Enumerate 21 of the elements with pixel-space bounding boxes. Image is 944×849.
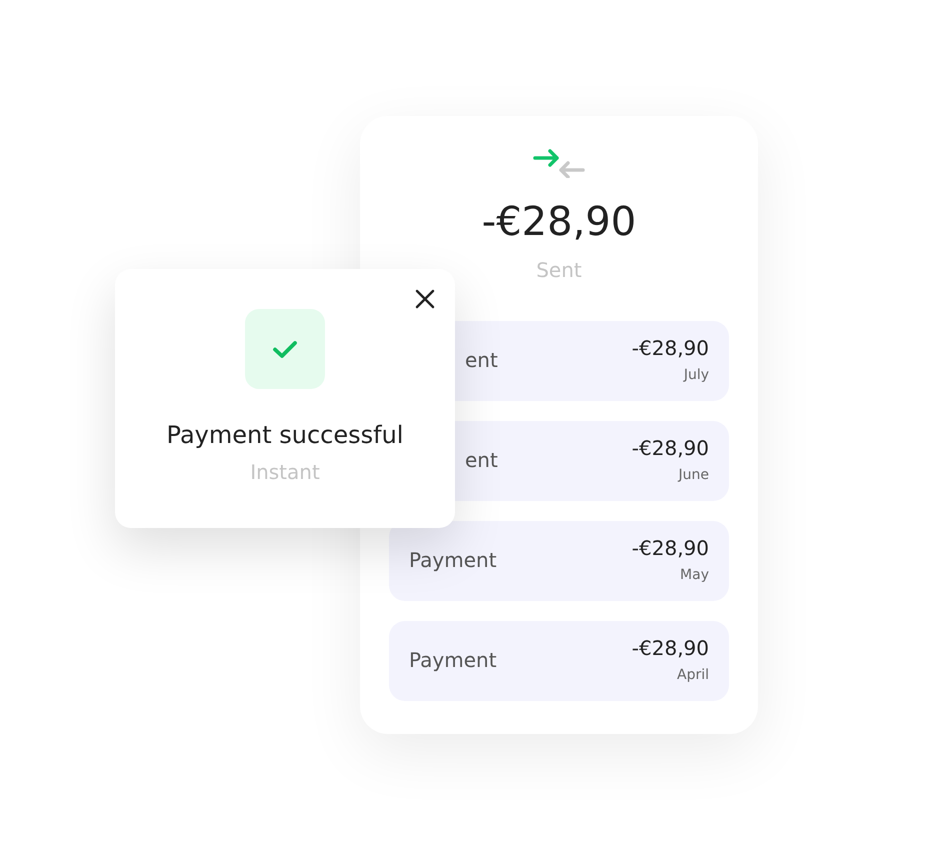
close-icon: [415, 289, 435, 309]
payment-amount: -€28,90: [632, 336, 709, 360]
payment-label: ent: [465, 448, 498, 472]
total-amount: -€28,90: [482, 198, 636, 246]
payment-amount: -€28,90: [632, 436, 709, 460]
payment-row[interactable]: Payment -€28,90 May: [389, 521, 729, 601]
arrows-icon: [533, 148, 585, 178]
payment-month: July: [684, 366, 709, 384]
check-icon: [245, 309, 325, 389]
close-button[interactable]: [415, 289, 435, 309]
dialog-subtitle: Instant: [250, 460, 320, 484]
payment-month: April: [677, 666, 709, 684]
payment-label: Payment: [409, 548, 497, 572]
payment-month: May: [680, 566, 709, 584]
payment-amount: -€28,90: [632, 636, 709, 660]
payment-label: Payment: [409, 648, 497, 672]
payment-row[interactable]: Payment -€28,90 April: [389, 621, 729, 701]
status-label: Sent: [536, 258, 582, 282]
payment-month: June: [678, 466, 709, 484]
payment-label: ent: [465, 348, 498, 372]
payment-amount: -€28,90: [632, 536, 709, 560]
